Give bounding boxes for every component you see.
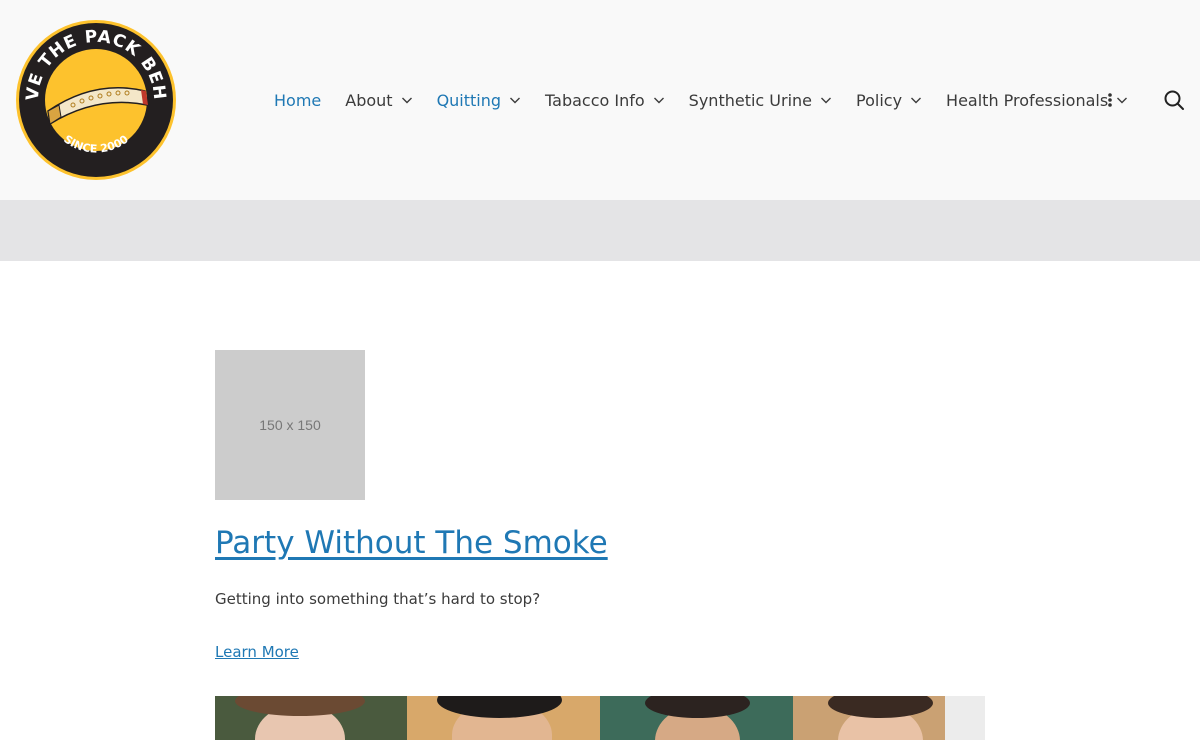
learn-more-link[interactable]: Learn More [215,643,299,661]
chevron-down-icon [510,97,521,104]
vertical-dots-icon[interactable] [1104,92,1116,108]
post-title-link[interactable]: Party Without The Smoke [215,525,608,561]
nav-label: Tabacco Info [545,90,645,110]
nav-item-about[interactable]: About [333,91,424,110]
team-photo [945,696,985,740]
team-photo [793,696,945,740]
chevron-down-icon [653,97,664,104]
chevron-down-icon [401,97,412,104]
chevron-down-icon [911,97,922,104]
thumbnail-size-label: 150 x 150 [259,417,321,433]
nav-label: Policy [856,90,903,110]
search-icon[interactable] [1163,89,1185,111]
team-photo [600,696,793,740]
nav-label: Home [274,90,322,110]
site-header: LEAVE THE PACK BEHIND SINCE 2000 Home Ab… [0,0,1200,200]
main-nav: Home About Quitting Tabacco Info Synthet… [262,86,1140,114]
chevron-down-icon [821,97,832,104]
nav-item-synthetic-urine[interactable]: Synthetic Urine [677,91,844,110]
nav-item-policy[interactable]: Policy [844,91,934,110]
team-photo [407,696,600,740]
nav-item-tabacco-info[interactable]: Tabacco Info [533,91,677,110]
site-logo[interactable]: LEAVE THE PACK BEHIND SINCE 2000 [15,19,177,181]
nav-item-home[interactable]: Home [262,91,333,110]
team-photo-strip [215,696,985,740]
page-title-band [0,200,1200,261]
nav-label: About [345,90,393,110]
nav-item-quitting[interactable]: Quitting [425,91,533,110]
team-photo [215,696,407,740]
post-thumbnail-placeholder[interactable]: 150 x 150 [215,350,365,500]
nav-label: Synthetic Urine [688,90,813,110]
chevron-down-icon [1117,97,1128,104]
nav-label: Health Professionals [946,90,1109,110]
post-excerpt: Getting into something that’s hard to st… [215,590,541,608]
nav-label: Quitting [436,90,502,110]
